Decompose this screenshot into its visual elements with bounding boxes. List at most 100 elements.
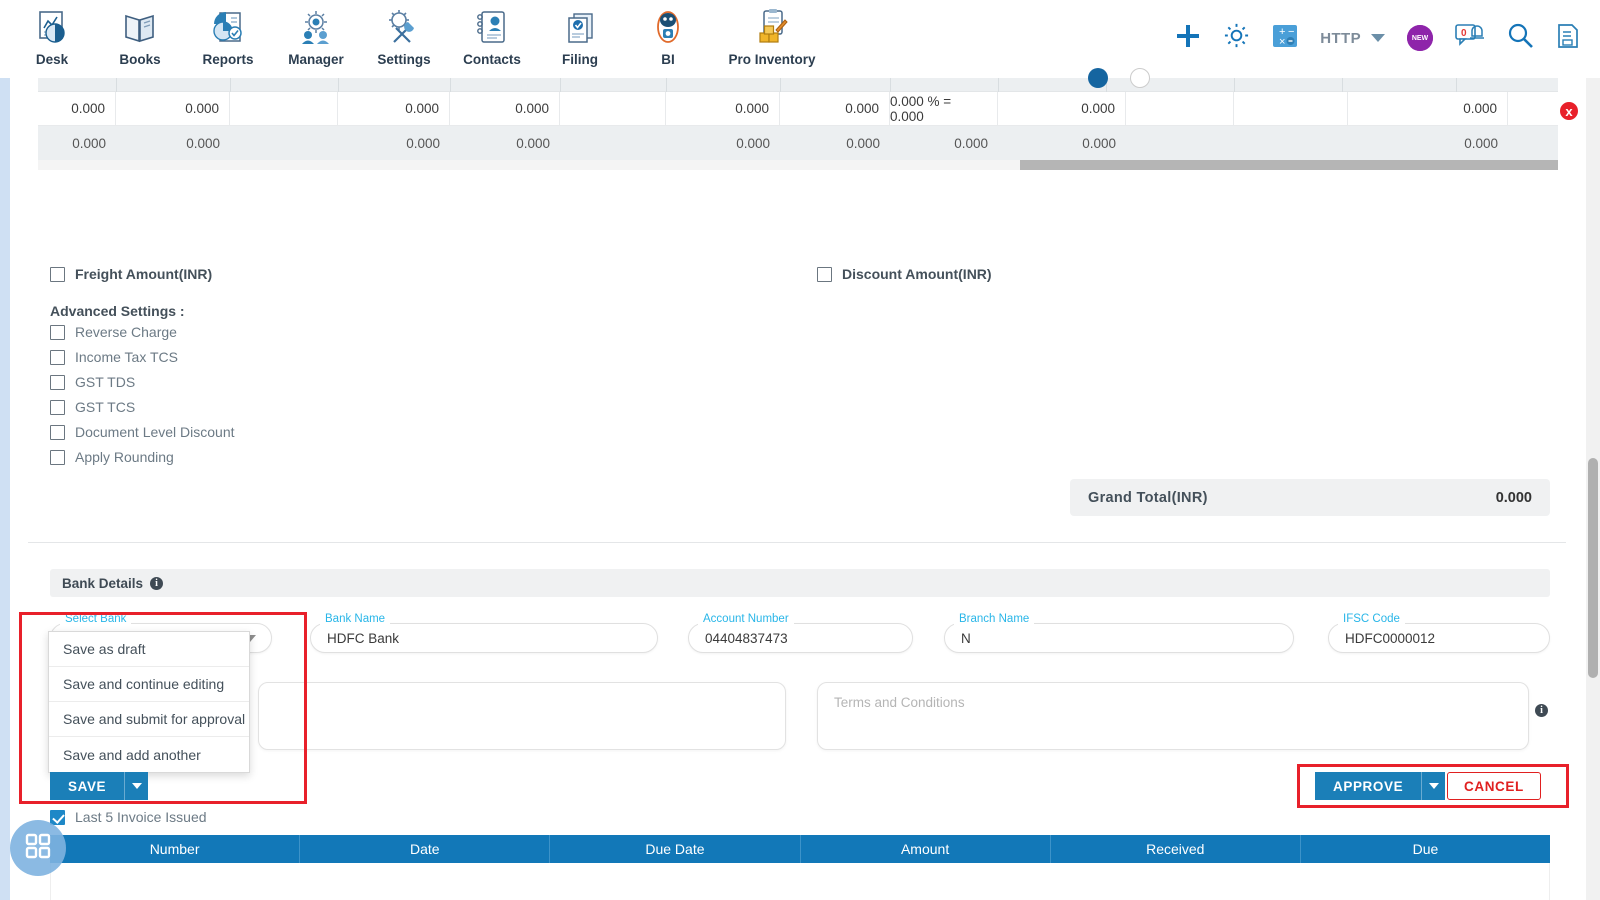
protocol-label: HTTP [1320, 29, 1361, 47]
radio-option-selected[interactable] [1088, 68, 1108, 88]
new-badge-icon[interactable]: NEW [1407, 25, 1433, 51]
plus-icon[interactable] [1175, 23, 1201, 54]
bank-name-input[interactable] [310, 623, 658, 653]
approve-dropdown-toggle[interactable] [1421, 772, 1446, 800]
save-button[interactable]: SAVE [50, 772, 125, 800]
delete-row-button[interactable]: x [1558, 100, 1580, 122]
total-value: 0.000 [954, 135, 988, 151]
account-number-input[interactable] [688, 623, 913, 653]
branch-name-label: Branch Name [954, 613, 1035, 625]
last-invoices-table: Number Date Due Date Amount Received Due [50, 835, 1550, 900]
menu-item-save-and-add-another[interactable]: Save and add another [49, 737, 249, 772]
column-header-date: Date [300, 835, 551, 863]
form-area: 0.000 0.000 0.000 0.000 0.000 0.000 0.00… [19, 68, 1580, 900]
last-5-invoice-toggle[interactable]: Last 5 Invoice Issued [50, 809, 207, 825]
checkbox-box[interactable] [50, 374, 65, 390]
info-icon[interactable]: i [150, 576, 164, 590]
nav-item-books[interactable]: Books [96, 0, 184, 67]
table-row[interactable]: 0.000 0.000 0.000 0.000 0.000 0.000 0.00… [38, 91, 1558, 126]
nav-item-manager[interactable]: Manager [272, 0, 360, 67]
svg-text:×: × [1279, 36, 1285, 48]
total-value: 0.000 [846, 135, 880, 151]
page-scrollbar[interactable] [1586, 78, 1600, 900]
protocol-selector[interactable]: HTTP [1320, 30, 1385, 47]
freight-amount-checkbox[interactable]: Freight Amount(INR) [50, 266, 212, 282]
nav-item-label: Desk [35, 52, 69, 67]
save-dropdown-toggle[interactable] [124, 772, 149, 800]
menu-item-save-as-draft[interactable]: Save as draft [49, 632, 249, 667]
table-scrollbar-thumb[interactable] [1020, 160, 1558, 170]
menu-item-save-and-submit-for-approval[interactable]: Save and submit for approval [49, 702, 249, 737]
checkbox-box[interactable] [50, 449, 65, 465]
column-header-due-date: Due Date [550, 835, 801, 863]
branch-name-input[interactable] [944, 623, 1294, 653]
new-badge-text: NEW [1411, 34, 1429, 42]
advanced-option-apply-rounding[interactable]: Apply Rounding [50, 449, 235, 465]
advanced-option-income-tax-tcs[interactable]: Income Tax TCS [50, 349, 235, 365]
grand-total-panel: Grand Total(INR) 0.000 [1070, 479, 1550, 516]
checkbox-box[interactable] [50, 424, 65, 440]
table-horizontal-scrollbar[interactable] [38, 160, 1558, 170]
gear-icon[interactable] [1223, 22, 1250, 54]
save-dropdown-menu[interactable]: Save as draft Save and continue editing … [48, 631, 250, 773]
terms-info-icon[interactable]: i [1535, 704, 1548, 717]
column-header-number: Number [50, 835, 301, 863]
save-button-group[interactable]: SAVE [50, 772, 149, 800]
caret-down-icon [131, 783, 142, 789]
chat-unread-count: 0 [1461, 27, 1467, 39]
line-item-radio-group[interactable] [1088, 68, 1150, 88]
nav-item-settings[interactable]: Settings [360, 0, 448, 67]
search-icon[interactable] [1507, 22, 1534, 54]
radio-option-unselected[interactable] [1130, 68, 1150, 88]
checkbox-box[interactable] [50, 399, 65, 415]
bank-name-field[interactable]: Bank Name [310, 613, 658, 653]
chat-bubble-icon[interactable]: 0 [1455, 23, 1485, 54]
nav-item-bi[interactable]: BI [624, 0, 712, 67]
notes-textarea[interactable] [258, 682, 786, 750]
page-scrollbar-thumb[interactable] [1588, 458, 1598, 678]
menu-item-save-and-continue-editing[interactable]: Save and continue editing [49, 667, 249, 702]
column-header-due: Due [1412, 841, 1439, 857]
nav-item-label: Manager [288, 52, 344, 67]
books-open-icon [120, 6, 160, 50]
branch-name-field[interactable]: Branch Name [944, 613, 1294, 653]
nav-item-reports[interactable]: Reports [184, 0, 272, 67]
apps-grid-fab-button[interactable] [10, 820, 66, 876]
nav-items: Desk Books Reports Manager Settings Cont… [8, 0, 832, 67]
checkbox-box[interactable] [50, 266, 65, 282]
nav-item-label: BI [661, 52, 675, 67]
advanced-option-document-level-discount[interactable]: Document Level Discount [50, 424, 235, 440]
approve-button-group[interactable]: APPROVE [1315, 772, 1446, 800]
checkbox-box[interactable] [50, 349, 65, 365]
cell-value: 0.000 [1348, 91, 1508, 126]
terms-and-conditions-textarea[interactable] [817, 682, 1529, 750]
nav-item-label: Settings [377, 52, 431, 67]
nav-item-filing[interactable]: Filing [536, 0, 624, 67]
ifsc-code-field[interactable]: IFSC Code [1328, 613, 1550, 653]
advanced-option-gst-tcs[interactable]: GST TCS [50, 399, 235, 415]
cancel-button[interactable]: CANCEL [1447, 772, 1541, 800]
nav-item-label: Books [119, 52, 161, 67]
option-label: Reverse Charge [75, 324, 177, 340]
ifsc-code-input[interactable] [1328, 623, 1550, 653]
discount-amount-checkbox[interactable]: Discount Amount(INR) [817, 266, 992, 282]
caret-down-icon [1428, 783, 1439, 789]
total-value [560, 126, 666, 160]
checkbox-box[interactable] [817, 266, 832, 282]
approve-button[interactable]: APPROVE [1315, 772, 1422, 800]
checkbox-box[interactable] [50, 809, 65, 825]
table-header-row: Number Date Due Date Amount Received Due [50, 835, 1550, 863]
nav-item-desk[interactable]: Desk [8, 0, 96, 67]
advanced-option-gst-tds[interactable]: GST TDS [50, 374, 235, 390]
manager-gear-people-icon [296, 6, 336, 50]
select-bank-label: Select Bank [60, 613, 132, 625]
advanced-option-reverse-charge[interactable]: Reverse Charge [50, 324, 235, 340]
account-number-field[interactable]: Account Number [688, 613, 913, 653]
cell-value: 0.000 % = 0.000 [890, 91, 998, 126]
calculator-icon[interactable]: + − × [1272, 23, 1298, 54]
nav-item-contacts[interactable]: Contacts [448, 0, 536, 67]
checkbox-box[interactable] [50, 324, 65, 340]
notes-clipboard-icon[interactable] [1556, 23, 1580, 54]
contacts-card-icon [472, 6, 512, 50]
nav-item-pro-inventory[interactable]: Pro Inventory [712, 0, 832, 67]
